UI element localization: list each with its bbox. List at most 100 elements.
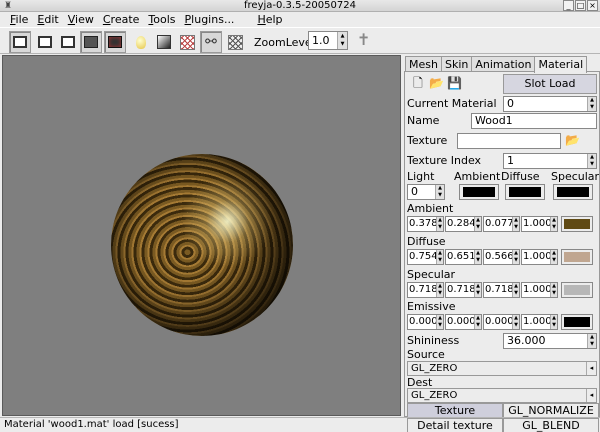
menu-edit[interactable]: Edit — [37, 13, 58, 26]
tab-animation[interactable]: Animation — [471, 56, 536, 72]
skeleton-figure-icon[interactable]: ✝ — [357, 30, 370, 49]
specular-a[interactable]: 1.000 ▲ ▼ — [521, 282, 558, 298]
spin-arrows-icon[interactable]: ▲ ▼ — [550, 217, 557, 231]
ambient-a[interactable]: 1.000 ▲ ▼ — [521, 216, 558, 232]
grid-button[interactable] — [224, 31, 246, 53]
zoom-level-value[interactable]: 1.0 — [309, 32, 337, 49]
ambient-label: Ambient — [407, 202, 454, 215]
diffuse-color-fill — [564, 252, 590, 262]
menu-view[interactable]: View — [68, 13, 94, 26]
ambient-b[interactable]: 0.077 ▲ ▼ — [483, 216, 520, 232]
render-texture-button[interactable] — [104, 31, 126, 53]
spin-arrows-icon[interactable]: ▲ ▼ — [474, 283, 481, 297]
spin-arrows-icon[interactable]: ▲ ▼ — [436, 315, 443, 329]
emissive-g[interactable]: 0.000 ▲ ▼ — [445, 314, 482, 330]
spin-arrows-icon[interactable]: ▲ ▼ — [587, 154, 596, 168]
zoom-label: ZoomLevel — [254, 36, 315, 49]
light-specular-color[interactable] — [553, 184, 593, 200]
emissive-b[interactable]: 0.000 ▲ ▼ — [483, 314, 520, 330]
emissive-color-fill — [564, 317, 590, 327]
light-label: Light — [407, 170, 435, 183]
maximize-button[interactable]: □ — [575, 0, 586, 11]
new-file-icon[interactable]: 🗋 — [411, 76, 425, 90]
gl-normalize-toggle-button[interactable]: GL_NORMALIZE — [503, 403, 599, 418]
spin-arrows-icon[interactable]: ▲ ▼ — [550, 315, 557, 329]
spin-arrows-icon[interactable]: ▲ ▼ — [436, 283, 443, 297]
emissive-a[interactable]: 1.000 ▲ ▼ — [521, 314, 558, 330]
zoom-level-spinner[interactable]: 1.0 ▲ ▼ — [308, 31, 348, 50]
spin-arrows-icon[interactable]: ▲ ▼ — [337, 32, 347, 49]
ambient-r[interactable]: 0.378 ▲ ▼ — [407, 216, 444, 232]
specular-color-button[interactable] — [561, 282, 593, 298]
tab-material[interactable]: Material — [534, 56, 588, 73]
specular-color-fill — [564, 285, 590, 295]
open-texture-folder-icon[interactable]: 📂 — [565, 133, 580, 147]
3d-viewport[interactable] — [2, 55, 401, 416]
bone-button[interactable]: ⚯ — [200, 31, 222, 53]
tab-mesh[interactable]: Mesh — [405, 56, 442, 72]
texture-input[interactable] — [457, 133, 561, 149]
view-top-button[interactable] — [57, 31, 79, 53]
menu-file[interactable]: File — [10, 13, 28, 26]
name-input[interactable]: Wood1 — [471, 113, 597, 129]
close-button[interactable]: × — [587, 0, 598, 11]
light-ambient-color[interactable] — [459, 184, 499, 200]
dropdown-arrow-icon[interactable]: ◂ — [586, 389, 596, 402]
spin-arrows-icon[interactable]: ▲ ▼ — [512, 250, 519, 264]
wireframe-color-button[interactable] — [176, 31, 198, 53]
spin-arrows-icon[interactable]: ▲ ▼ — [435, 185, 444, 199]
light-spinner[interactable]: 0 ▲ ▼ — [407, 184, 445, 200]
ambient-color-button[interactable] — [561, 216, 593, 232]
specular-g[interactable]: 0.718 ▲ ▼ — [445, 282, 482, 298]
specular-b[interactable]: 0.718 ▲ ▼ — [483, 282, 520, 298]
source-blend-select[interactable]: GL_ZERO ◂ — [407, 361, 597, 376]
tab-skin[interactable]: Skin — [440, 56, 473, 72]
spin-arrows-icon[interactable]: ▲ ▼ — [512, 217, 519, 231]
lightbulb-icon — [136, 35, 146, 49]
specular-r[interactable]: 0.718 ▲ ▼ — [407, 282, 444, 298]
menu-plugins[interactable]: Plugins... — [185, 13, 235, 26]
dropdown-arrow-icon[interactable]: ◂ — [586, 362, 596, 375]
spin-arrows-icon[interactable]: ▲ ▼ — [587, 334, 596, 348]
menu-help[interactable]: Help — [257, 13, 282, 26]
spin-arrows-icon[interactable]: ▲ ▼ — [436, 250, 443, 264]
view-front-button[interactable] — [9, 31, 31, 53]
spin-arrows-icon[interactable]: ▲ ▼ — [474, 217, 481, 231]
spin-arrows-icon[interactable]: ▲ ▼ — [512, 315, 519, 329]
spin-arrows-icon[interactable]: ▲ ▼ — [474, 250, 481, 264]
diffuse-b[interactable]: 0.566 ▲ ▼ — [483, 249, 520, 265]
render-solid-button[interactable] — [80, 31, 102, 53]
menu-tools[interactable]: Tools — [148, 13, 175, 26]
menu-create[interactable]: Create — [103, 13, 140, 26]
open-folder-icon[interactable]: 📂 — [429, 76, 444, 90]
emissive-color-button[interactable] — [561, 314, 593, 330]
shininess-spinner[interactable]: 36.000 ▲ ▼ — [503, 333, 597, 349]
spin-arrows-icon[interactable]: ▲ ▼ — [512, 283, 519, 297]
texture-toggle-button[interactable]: Texture — [407, 403, 503, 418]
diffuse-color-button[interactable] — [561, 249, 593, 265]
lighting-button[interactable] — [130, 31, 152, 53]
diffuse-g[interactable]: 0.651 ▲ ▼ — [445, 249, 482, 265]
light-diffuse-color[interactable] — [505, 184, 545, 200]
emissive-r[interactable]: 0.000 ▲ ▼ — [407, 314, 444, 330]
solid-render-icon — [84, 36, 98, 48]
save-icon[interactable]: 💾 — [447, 76, 462, 90]
slot-load-button[interactable]: Slot Load — [503, 74, 597, 94]
current-material-spinner[interactable]: 0 ▲ ▼ — [503, 96, 597, 112]
gradient-button[interactable] — [153, 31, 175, 53]
minimize-button[interactable]: _ — [563, 0, 574, 11]
ambient-g[interactable]: 0.284 ▲ ▼ — [445, 216, 482, 232]
spin-arrows-icon[interactable]: ▲ ▼ — [550, 250, 557, 264]
view-side-button[interactable] — [34, 31, 56, 53]
spin-arrows-icon[interactable]: ▲ ▼ — [436, 217, 443, 231]
diffuse-r[interactable]: 0.754 ▲ ▼ — [407, 249, 444, 265]
spin-arrows-icon[interactable]: ▲ ▼ — [550, 283, 557, 297]
spin-arrows-icon[interactable]: ▲ ▼ — [474, 315, 481, 329]
view-side-icon — [38, 36, 52, 48]
diffuse-a[interactable]: 1.000 ▲ ▼ — [521, 249, 558, 265]
spin-arrows-icon[interactable]: ▲ ▼ — [587, 97, 596, 111]
texture-index-spinner[interactable]: 1 ▲ ▼ — [503, 153, 597, 169]
bone-icon: ⚯ — [205, 34, 217, 50]
properties-panel: Mesh Skin Animation Material 🗋 📂 💾 Slot … — [402, 55, 600, 432]
dest-blend-select[interactable]: GL_ZERO ◂ — [407, 388, 597, 403]
